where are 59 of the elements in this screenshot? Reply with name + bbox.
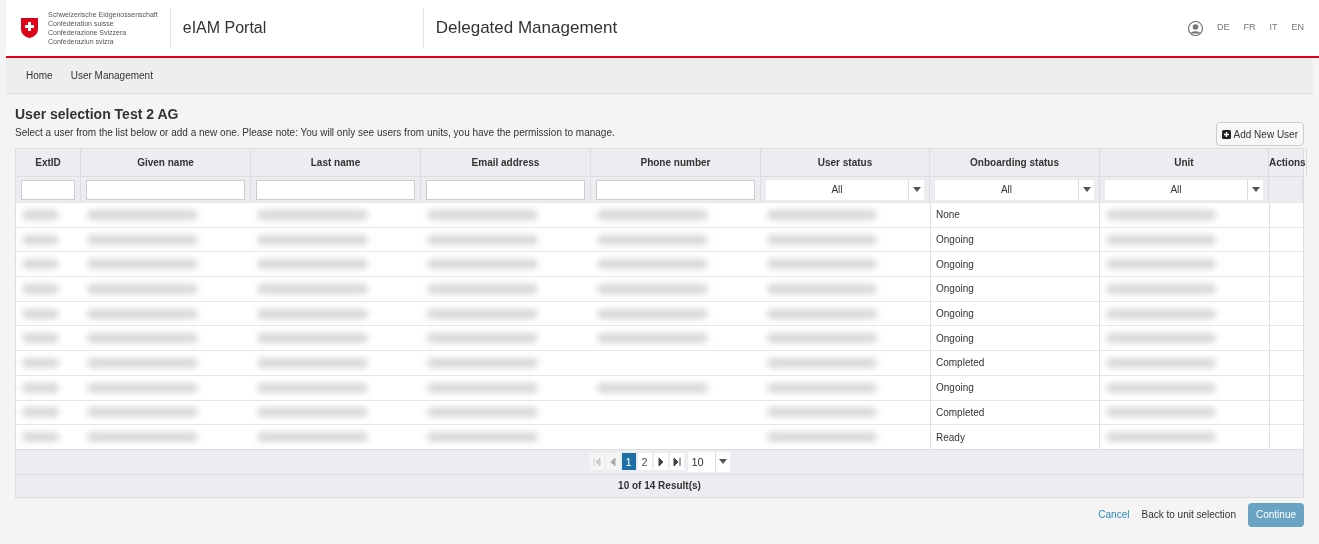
blurred-text: [22, 234, 60, 245]
page-title: User selection Test 2 AG: [15, 106, 180, 122]
table-cell: Ongoing: [930, 375, 1100, 400]
instruction-text: Select a user from the list below or add a new one. Please note: You will only see users from units, you have the permission to manage.: [15, 126, 615, 140]
table-cell: None: [930, 203, 1100, 227]
caret-icon: [1082, 187, 1091, 192]
blurred-text: [22, 382, 60, 393]
first-icon: [591, 456, 602, 467]
shield-icon: [21, 18, 38, 38]
blurred-text: [22, 432, 60, 443]
last-page-button[interactable]: [669, 453, 684, 471]
breadcrumb-link[interactable]: User Management: [70, 68, 153, 83]
breadcrumb-link[interactable]: Home: [26, 68, 53, 83]
blurred-text: [22, 333, 60, 344]
previous-page-button[interactable]: [605, 453, 620, 471]
last-icon: [671, 456, 682, 467]
table-cell: Completed: [930, 351, 1100, 375]
filter-field[interactable]: [596, 179, 755, 200]
filter-dropdown[interactable]: All: [1105, 179, 1263, 200]
blurred-text: [22, 407, 60, 418]
table-cell: Ongoing: [930, 301, 1100, 326]
blurred-text: [22, 283, 60, 294]
language-link[interactable]: IT: [1269, 21, 1278, 35]
table-cell: Ongoing: [930, 227, 1100, 252]
table-cell: Ongoing: [930, 277, 1100, 301]
first-page-button[interactable]: [589, 453, 604, 471]
filter-field[interactable]: [256, 179, 415, 200]
table-cell: Ready: [930, 425, 1100, 449]
table-cell: Ongoing: [930, 252, 1100, 277]
app-title: Delegated Management: [422, 8, 618, 48]
filter-field[interactable]: [426, 179, 585, 200]
language-link[interactable]: FR: [1243, 21, 1256, 35]
portal-title: eIAM Portal: [182, 18, 268, 38]
filter-dropdown[interactable]: All: [935, 179, 1094, 200]
caret-icon: [912, 187, 921, 192]
language-link[interactable]: EN: [1291, 21, 1304, 35]
filter-field[interactable]: [86, 179, 245, 200]
caret-icon: [1251, 187, 1260, 192]
table-cell: Ongoing: [930, 326, 1100, 351]
caret-icon: [718, 459, 727, 465]
blurred-text: [22, 357, 60, 368]
table-cell: Completed: [930, 400, 1100, 425]
blurred-text: [22, 209, 60, 220]
back-link[interactable]: Back to unit selection: [1141, 507, 1236, 523]
cancel-link[interactable]: Cancel: [1098, 507, 1130, 523]
filter-field[interactable]: [21, 179, 75, 200]
filter-dropdown[interactable]: All: [766, 179, 924, 200]
page-button[interactable]: 1: [621, 453, 636, 471]
result-count: 10 of 14 Result(s): [618, 479, 701, 494]
next-icon: [655, 456, 666, 467]
next-page-button[interactable]: [653, 453, 668, 471]
blurred-text: [22, 259, 60, 270]
user-icon[interactable]: [1187, 20, 1203, 36]
page-size-dropdown[interactable]: 10: [687, 451, 730, 472]
plus-icon: [1221, 129, 1231, 139]
blurred-text: [22, 308, 60, 319]
page-button[interactable]: 2: [637, 453, 652, 471]
add-user-button[interactable]: Add New User: [1215, 122, 1304, 146]
language-link[interactable]: DE: [1216, 21, 1230, 35]
